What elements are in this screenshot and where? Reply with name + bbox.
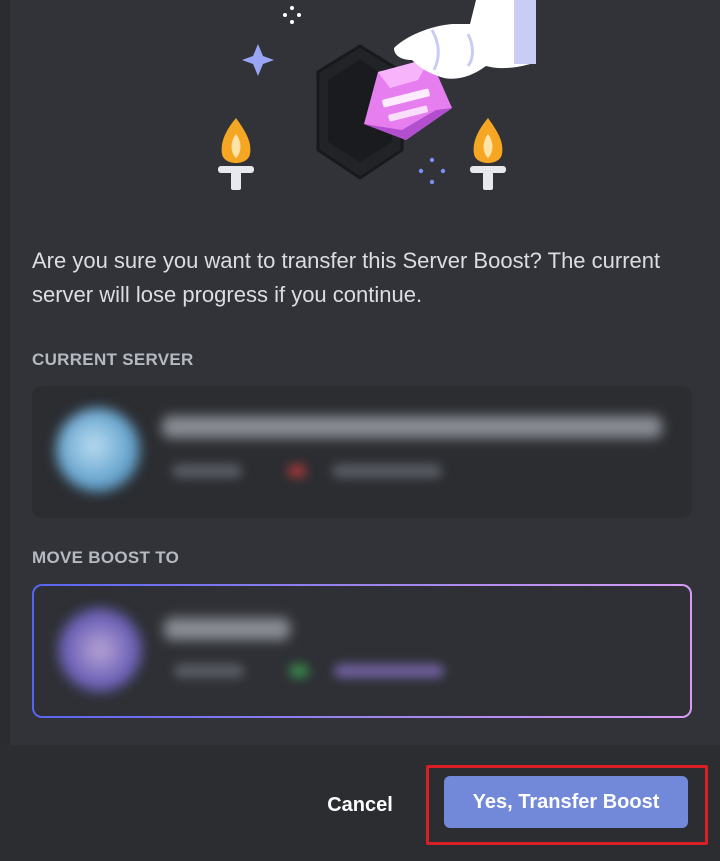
transfer-confirmation-text: Are you sure you want to transfer this S…: [32, 248, 661, 307]
sparkle-icon: [283, 6, 301, 24]
server-name-blurred: [164, 618, 290, 640]
sparkle-icon: [418, 157, 446, 185]
server-avatar-blurred: [58, 608, 142, 692]
server-meta-blurred: [332, 464, 442, 478]
current-server-card: [32, 386, 692, 518]
server-meta-blurred: [174, 664, 244, 678]
confirm-transfer-button[interactable]: Yes, Transfer Boost: [444, 776, 688, 828]
modal-footer: Cancel Yes, Transfer Boost: [0, 745, 720, 861]
server-name-blurred: [162, 416, 662, 438]
torch-icon: [470, 118, 506, 190]
server-meta-blurred: [172, 464, 242, 478]
hero-illustration: [0, 0, 720, 230]
cancel-button[interactable]: Cancel: [300, 785, 420, 825]
torch-icon: [218, 118, 254, 190]
target-server-card[interactable]: [32, 584, 692, 718]
transfer-boost-modal: Are you sure you want to transfer this S…: [0, 0, 720, 861]
server-avatar-blurred: [56, 408, 140, 492]
current-server-label: CURRENT SERVER: [32, 350, 194, 369]
sparkle-icon: [242, 44, 274, 76]
move-boost-to-label: MOVE BOOST TO: [32, 548, 180, 567]
server-meta-blurred: [287, 464, 307, 478]
server-meta-blurred: [289, 664, 309, 678]
server-meta-blurred: [334, 664, 444, 678]
